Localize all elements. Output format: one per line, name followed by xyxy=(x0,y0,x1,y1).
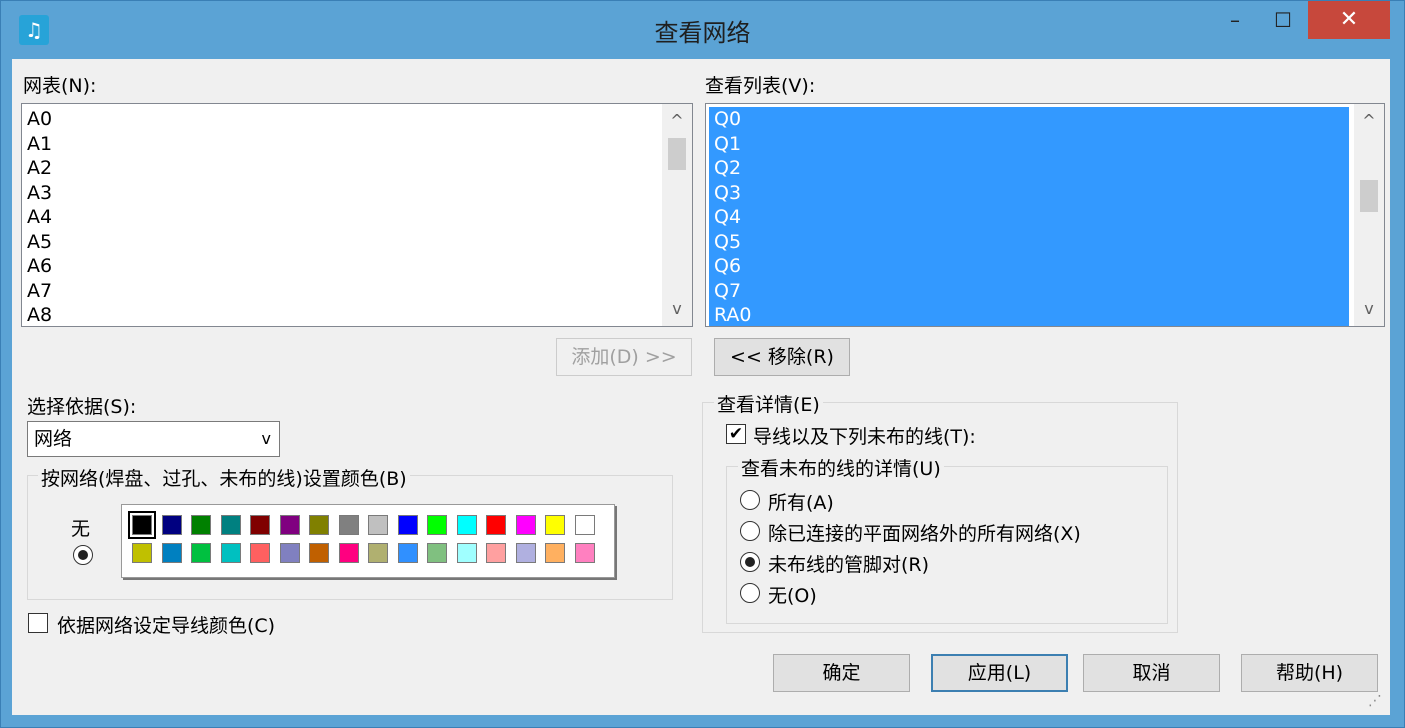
unrouted-option-radio[interactable] xyxy=(740,521,760,541)
color-swatch[interactable] xyxy=(368,515,388,535)
net-list-item[interactable]: A6 xyxy=(22,254,692,279)
color-swatch[interactable] xyxy=(515,515,536,535)
apply-button[interactable]: 应用(L) xyxy=(931,654,1068,692)
color-by-net-label: 按网络(焊盘、过孔、未布的线)设置颜色(B) xyxy=(38,464,410,491)
color-swatch[interactable] xyxy=(309,515,329,535)
color-swatch[interactable] xyxy=(191,515,211,535)
color-swatch[interactable] xyxy=(368,543,388,563)
view-list-item[interactable]: Q6 xyxy=(709,254,1349,279)
trace-by-net-label: 依据网络设定导线颜色(C) xyxy=(57,615,276,637)
select-by-value: 网络 xyxy=(34,428,73,450)
color-swatch[interactable] xyxy=(161,543,182,563)
view-list-item[interactable]: Q1 xyxy=(709,131,1349,156)
net-list-item[interactable]: A7 xyxy=(22,279,692,304)
net-list[interactable]: A0 A1 A2 A3 A4 A5 A6 A7 A8 ^ v xyxy=(21,103,693,327)
color-swatch[interactable] xyxy=(456,515,477,535)
title-bar[interactable]: ♫ 查看网络 – ☐ ✕ xyxy=(1,1,1404,59)
select-by-combo[interactable]: 网络 v xyxy=(27,421,280,457)
color-swatch[interactable] xyxy=(427,543,447,563)
view-detail-label: 查看详情(E) xyxy=(714,390,823,417)
select-by-label: 选择依据(S): xyxy=(27,396,137,418)
net-list-label: 网表(N): xyxy=(23,75,97,97)
color-swatch[interactable] xyxy=(191,543,211,563)
maximize-button[interactable]: ☐ xyxy=(1265,1,1301,39)
net-list-item[interactable]: A8 xyxy=(22,303,692,326)
color-swatch[interactable] xyxy=(220,543,241,563)
view-list-item[interactable]: Q3 xyxy=(709,180,1349,205)
scroll-thumb[interactable] xyxy=(668,138,686,170)
color-swatch[interactable] xyxy=(545,543,565,563)
color-swatch[interactable] xyxy=(132,543,152,563)
unrouted-option-radio[interactable] xyxy=(740,552,760,572)
cancel-button[interactable]: 取消 xyxy=(1083,654,1220,692)
view-list-item[interactable]: Q5 xyxy=(709,229,1349,254)
chevron-down-icon: v xyxy=(261,429,271,448)
unrouted-option-radio[interactable] xyxy=(740,490,760,510)
traces-label: 导线以及下列未布的线(T): xyxy=(753,426,976,448)
view-list-label: 查看列表(V): xyxy=(705,75,816,97)
unrouted-option-label: 无(O) xyxy=(768,585,817,607)
color-swatch[interactable] xyxy=(545,515,565,535)
minimize-button[interactable]: – xyxy=(1217,1,1253,39)
color-swatch[interactable] xyxy=(427,515,447,535)
color-swatch[interactable] xyxy=(220,515,241,535)
view-list-item[interactable]: Q7 xyxy=(709,278,1349,303)
color-swatch[interactable] xyxy=(279,543,300,563)
unrouted-detail-label: 查看未布的线的详情(U) xyxy=(738,454,944,481)
ok-button[interactable]: 确定 xyxy=(773,654,910,692)
net-list-item[interactable]: A3 xyxy=(22,181,692,206)
color-swatch[interactable] xyxy=(486,515,506,535)
color-swatch[interactable] xyxy=(338,515,359,535)
color-swatch[interactable] xyxy=(456,543,477,563)
net-list-item[interactable]: A2 xyxy=(22,156,692,181)
net-list-item[interactable]: A4 xyxy=(22,205,692,230)
dialog-body: 网表(N): A0 A1 A2 A3 A4 A5 A6 A7 A8 ^ v 查看列表(V): Q… xyxy=(12,59,1390,715)
unrouted-option-label: 除已连接的平面网络外的所有网络(X) xyxy=(768,523,1081,545)
help-button[interactable]: 帮助(H) xyxy=(1241,654,1378,692)
color-swatch[interactable] xyxy=(128,511,156,539)
trace-by-net-checkbox[interactable] xyxy=(28,613,48,633)
color-swatch[interactable] xyxy=(279,515,300,535)
color-swatch[interactable] xyxy=(309,543,329,563)
traces-checkbox[interactable]: ✔ xyxy=(726,424,746,444)
net-list-item[interactable]: A5 xyxy=(22,230,692,255)
color-palette xyxy=(121,504,615,578)
scroll-down-icon[interactable]: v xyxy=(662,295,692,323)
view-list-item[interactable]: Q0 xyxy=(709,107,1349,132)
window-title: 查看网络 xyxy=(654,19,751,47)
remove-button[interactable]: << 移除(R) xyxy=(714,338,850,376)
net-list-scrollbar[interactable]: ^ v xyxy=(662,104,692,326)
view-nets-dialog: ♫ 查看网络 – ☐ ✕ 网表(N): A0 A1 A2 A3 A4 A5 A6 A7 A8 ^… xyxy=(0,0,1405,728)
net-list-item[interactable]: A0 xyxy=(22,107,692,132)
add-button[interactable]: 添加(D) >> xyxy=(556,338,692,376)
color-swatch[interactable] xyxy=(515,543,536,563)
color-swatch[interactable] xyxy=(574,515,595,535)
view-list-item[interactable]: Q4 xyxy=(709,205,1349,230)
scroll-down-icon[interactable]: v xyxy=(1354,295,1384,323)
view-list[interactable]: Q0 Q1 Q2 Q3 Q4 Q5 Q6 Q7 RA0 ^ v xyxy=(705,103,1385,327)
color-swatch[interactable] xyxy=(161,515,182,535)
color-swatch[interactable] xyxy=(397,543,418,563)
no-color-radio[interactable] xyxy=(73,545,93,565)
scroll-up-icon[interactable]: ^ xyxy=(1354,107,1384,135)
scroll-thumb[interactable] xyxy=(1360,180,1378,212)
color-swatch[interactable] xyxy=(574,543,595,563)
color-swatch[interactable] xyxy=(250,515,270,535)
close-button[interactable]: ✕ xyxy=(1308,1,1390,39)
net-list-item[interactable]: A1 xyxy=(22,132,692,157)
view-list-scrollbar[interactable]: ^ v xyxy=(1354,104,1384,326)
color-swatch[interactable] xyxy=(338,543,359,563)
unrouted-option-label: 所有(A) xyxy=(768,492,834,514)
color-swatch[interactable] xyxy=(486,543,506,563)
unrouted-option-label: 未布线的管脚对(R) xyxy=(768,554,930,576)
view-list-item[interactable]: Q2 xyxy=(709,156,1349,181)
color-swatch[interactable] xyxy=(397,515,418,535)
view-list-item[interactable]: RA0 xyxy=(709,303,1349,326)
scroll-up-icon[interactable]: ^ xyxy=(662,107,692,135)
no-color-label: 无 xyxy=(71,518,91,540)
unrouted-option-radio[interactable] xyxy=(740,583,760,603)
color-swatch[interactable] xyxy=(250,543,270,563)
resize-grip-icon[interactable]: ⋰ xyxy=(1368,693,1386,711)
